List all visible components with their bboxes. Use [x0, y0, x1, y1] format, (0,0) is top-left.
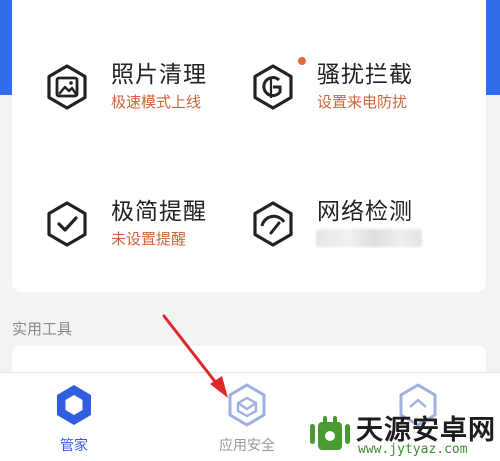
feature-subtitle: 未设置提醒	[111, 230, 187, 248]
tab-label: 应用安全	[219, 438, 275, 454]
watermark: 天源安卓网 www.jytyaz.com	[306, 404, 498, 460]
blurred-network-status	[316, 229, 422, 247]
section-title: 实用工具	[12, 320, 73, 338]
feature-title: 极简提醒	[111, 199, 207, 225]
hexagon-solid-icon	[57, 385, 91, 425]
photo-icon	[43, 63, 91, 111]
android-logo-icon	[310, 416, 350, 450]
feature-card: 照片清理 极速模式上线 骚扰拦截 设置来电防扰 极简提醒 未设置提醒 网络检测	[12, 0, 486, 292]
annotation-arrow	[162, 314, 228, 398]
tab-guanjia[interactable]: 管家	[14, 383, 134, 454]
feature-title: 骚扰拦截	[317, 62, 413, 88]
tab-label: 管家	[60, 438, 88, 454]
watermark-url: www.jytyaz.com	[358, 442, 468, 457]
notification-dot	[298, 57, 306, 65]
feature-subtitle: 极速模式上线	[111, 93, 202, 111]
feature-title: 照片清理	[111, 62, 207, 88]
check-hexagon-icon	[43, 200, 91, 248]
network-gauge-icon	[249, 200, 297, 248]
feature-title: 网络检测	[317, 199, 413, 225]
block-shield-icon	[249, 63, 297, 111]
feature-subtitle: 设置来电防扰	[317, 93, 408, 111]
